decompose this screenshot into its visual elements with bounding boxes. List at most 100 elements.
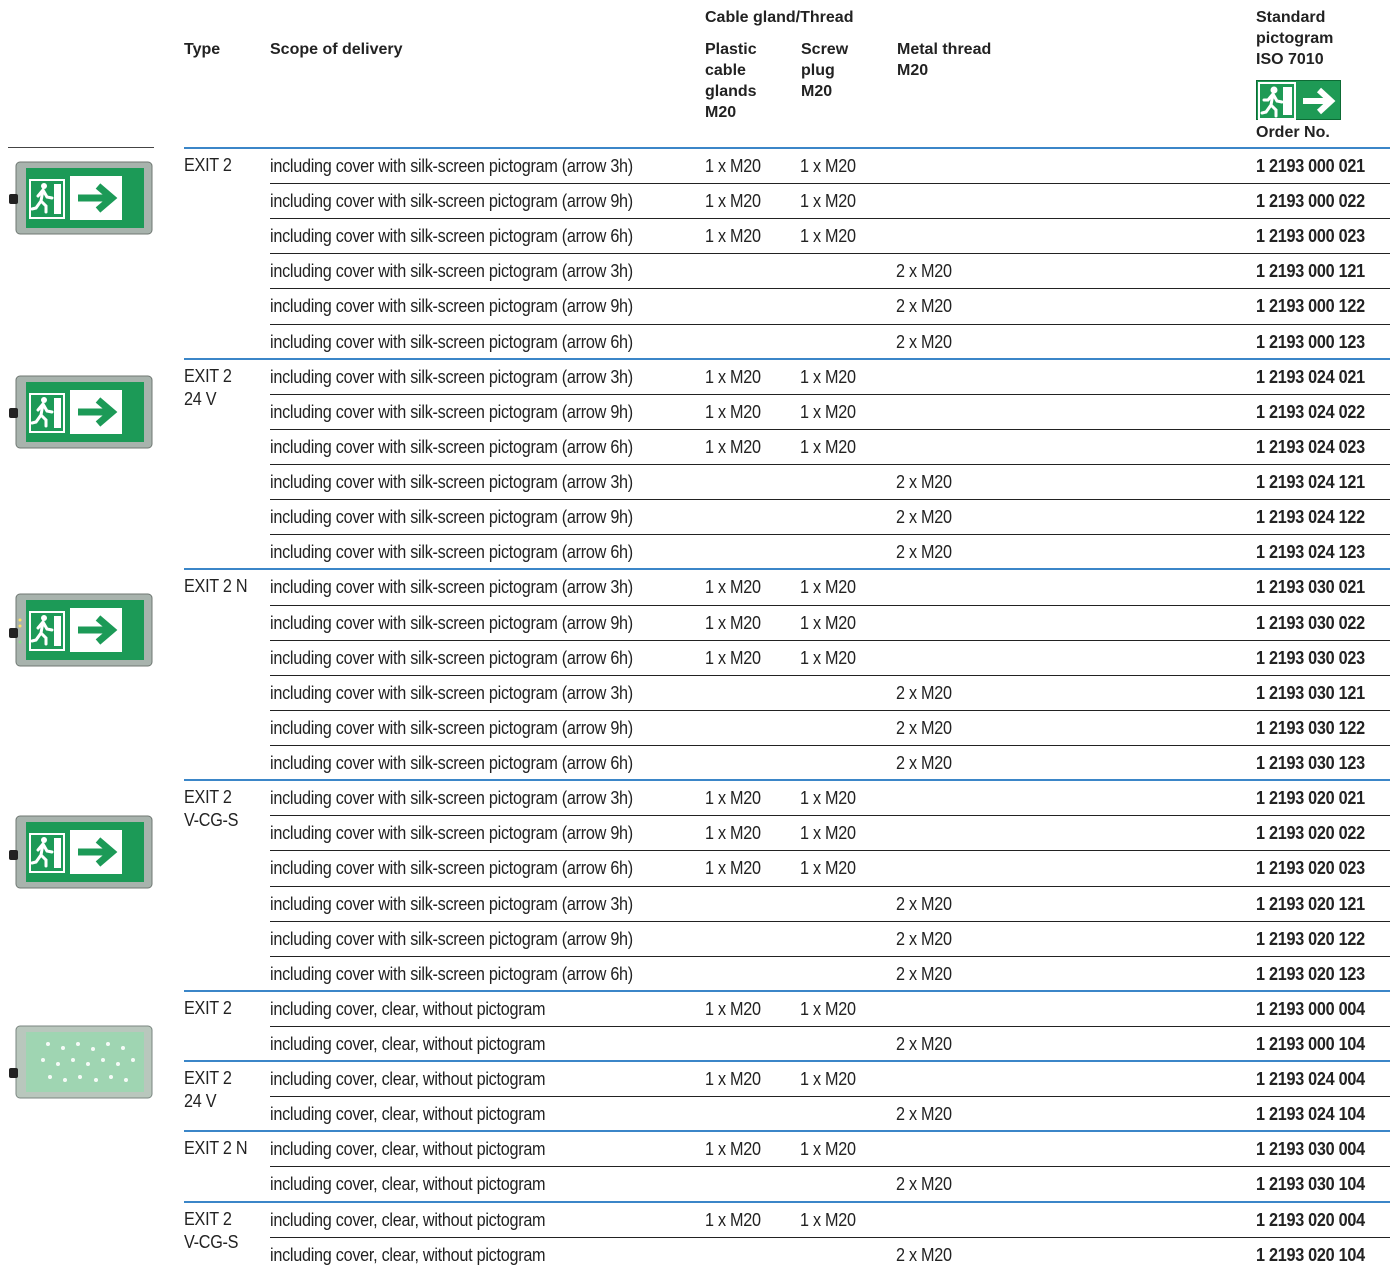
table-row: including cover with silk-screen pictogr… <box>270 219 1390 254</box>
screw-plug-cell: 1 x M20 <box>800 577 856 598</box>
screw-plug-cell: 1 x M20 <box>800 156 856 176</box>
table-row: including cover with silk-screen pictogr… <box>270 957 1390 992</box>
scope-cell: including cover, clear, without pictogra… <box>270 1069 546 1090</box>
plastic-gland-cell: 1 x M20 <box>705 436 761 457</box>
order-number-cell: 1 2193 000 123 <box>1256 331 1365 352</box>
order-number-cell: 1 2193 030 121 <box>1256 682 1365 703</box>
screw-plug-cell: 1 x M20 <box>800 191 856 212</box>
scope-cell: including cover with silk-screen pictogr… <box>270 717 633 738</box>
table-row: including cover with silk-screen pictogr… <box>270 816 1390 851</box>
metal-thread-cell: 2 x M20 <box>896 1034 952 1054</box>
plastic-gland-cell: 1 x M20 <box>705 647 761 668</box>
order-number-cell: 1 2193 030 022 <box>1256 612 1365 633</box>
type-label: EXIT 2 <box>184 997 232 1018</box>
order-number-cell: 1 2193 020 122 <box>1256 928 1365 949</box>
scope-cell: including cover with silk-screen pictogr… <box>270 366 633 387</box>
table-row: including cover with silk-screen pictogr… <box>270 781 1390 816</box>
metal-thread-cell: 2 x M20 <box>896 507 952 528</box>
table-row: including cover with silk-screen pictogr… <box>270 289 1390 324</box>
table-row: including cover, clear, without pictogra… <box>270 1132 1390 1167</box>
order-number-cell: 1 2193 000 122 <box>1256 296 1365 317</box>
table-row: including cover with silk-screen pictogr… <box>270 922 1390 957</box>
order-number-cell: 1 2193 020 021 <box>1256 788 1365 809</box>
table-row: including cover with silk-screen pictogr… <box>270 570 1390 605</box>
scope-cell: including cover, clear, without pictogra… <box>270 1139 546 1160</box>
table-row: including cover with silk-screen pictogr… <box>270 465 1390 500</box>
order-number-cell: 1 2193 030 123 <box>1256 753 1365 774</box>
table-row: including cover, clear, without pictogra… <box>270 1097 1390 1132</box>
order-number-cell: 1 2193 020 121 <box>1256 893 1365 914</box>
plastic-gland-cell: 1 x M20 <box>705 577 761 598</box>
table-row: including cover with silk-screen pictogr… <box>270 535 1390 570</box>
plastic-gland-cell: 1 x M20 <box>705 1139 761 1160</box>
order-number-cell: 1 2193 030 104 <box>1256 1174 1365 1195</box>
type-label: EXIT 2 N <box>184 576 248 597</box>
order-number-cell: 1 2193 020 022 <box>1256 823 1365 844</box>
table-row: including cover, clear, without pictogra… <box>270 992 1390 1027</box>
fixture-image-exit2-24v <box>8 372 154 452</box>
plastic-gland-cell: 1 x M20 <box>705 156 761 176</box>
plastic-gland-cell: 1 x M20 <box>705 366 761 387</box>
scope-cell: including cover, clear, without pictogra… <box>270 1034 546 1054</box>
table-row: including cover, clear, without pictogra… <box>270 1027 1390 1062</box>
order-number-cell: 1 2193 024 123 <box>1256 542 1365 563</box>
order-number-cell: 1 2193 024 022 <box>1256 401 1365 422</box>
table-row: including cover with silk-screen pictogr… <box>270 746 1390 781</box>
table-row: including cover, clear, without pictogra… <box>270 1062 1390 1097</box>
header-scope-of-delivery: Scope of delivery <box>270 41 403 58</box>
order-number-cell: 1 2193 000 021 <box>1256 156 1365 176</box>
screw-plug-cell: 1 x M20 <box>800 823 856 844</box>
table-row: including cover with silk-screen pictogr… <box>270 360 1390 395</box>
screw-plug-cell: 1 x M20 <box>800 858 856 879</box>
plastic-gland-cell: 1 x M20 <box>705 612 761 633</box>
scope-cell: including cover with silk-screen pictogr… <box>270 331 633 352</box>
table-row: including cover with silk-screen pictogr… <box>270 851 1390 886</box>
scope-cell: including cover with silk-screen pictogr… <box>270 507 633 528</box>
metal-thread-cell: 2 x M20 <box>896 1174 952 1195</box>
scope-cell: including cover with silk-screen pictogr… <box>270 472 633 493</box>
table-row: including cover with silk-screen pictogr… <box>270 500 1390 535</box>
metal-thread-cell: 2 x M20 <box>896 928 952 949</box>
plastic-gland-cell: 1 x M20 <box>705 1069 761 1090</box>
scope-cell: including cover with silk-screen pictogr… <box>270 261 633 282</box>
order-number-cell: 1 2193 000 121 <box>1256 261 1365 282</box>
header-standard-pictogram: Standard pictogram ISO 7010 <box>1256 9 1334 68</box>
table-row: including cover with silk-screen pictogr… <box>270 395 1390 430</box>
scope-cell: including cover, clear, without pictogra… <box>270 1104 546 1125</box>
scope-cell: including cover with silk-screen pictogr… <box>270 191 633 212</box>
fixture-image-exit2 <box>8 158 154 238</box>
screw-plug-cell: 1 x M20 <box>800 612 856 633</box>
screw-plug-cell: 1 x M20 <box>800 998 856 1019</box>
table-row: including cover with silk-screen pictogr… <box>270 325 1390 360</box>
type-label: EXIT 2 V-CG-S <box>184 1208 239 1252</box>
metal-thread-cell: 2 x M20 <box>896 1244 952 1265</box>
plastic-gland-cell: 1 x M20 <box>705 998 761 1019</box>
metal-thread-cell: 2 x M20 <box>896 296 952 317</box>
plastic-gland-cell: 1 x M20 <box>705 401 761 422</box>
header-screw-plug: Screw plug M20 <box>801 41 849 100</box>
table-row: including cover with silk-screen pictogr… <box>270 254 1390 289</box>
plastic-gland-cell: 1 x M20 <box>705 858 761 879</box>
metal-thread-cell: 2 x M20 <box>896 472 952 493</box>
scope-cell: including cover with silk-screen pictogr… <box>270 788 633 809</box>
table-row: including cover, clear, without pictogra… <box>270 1238 1390 1273</box>
order-number-cell: 1 2193 030 021 <box>1256 577 1365 598</box>
scope-cell: including cover with silk-screen pictogr… <box>270 682 633 703</box>
plastic-gland-cell: 1 x M20 <box>705 823 761 844</box>
exit-pictogram-icon <box>1256 80 1341 120</box>
type-label: EXIT 2 V-CG-S <box>184 787 239 831</box>
metal-thread-cell: 2 x M20 <box>896 1104 952 1125</box>
order-number-cell: 1 2193 000 004 <box>1256 998 1365 1019</box>
order-number-cell: 1 2193 030 023 <box>1256 647 1365 668</box>
metal-thread-cell: 2 x M20 <box>896 261 952 282</box>
order-number-cell: 1 2193 024 021 <box>1256 366 1365 387</box>
scope-cell: including cover with silk-screen pictogr… <box>270 436 633 457</box>
scope-cell: including cover with silk-screen pictogr… <box>270 226 633 247</box>
metal-thread-cell: 2 x M20 <box>896 753 952 774</box>
order-number-cell: 1 2193 000 023 <box>1256 226 1365 247</box>
header-plastic-cable-glands: Plastic cable glands M20 <box>705 41 757 121</box>
header-metal-thread: Metal thread M20 <box>897 41 992 79</box>
header-order-no: Order No. <box>1256 124 1330 141</box>
scope-cell: including cover with silk-screen pictogr… <box>270 753 633 774</box>
metal-thread-cell: 2 x M20 <box>896 331 952 352</box>
